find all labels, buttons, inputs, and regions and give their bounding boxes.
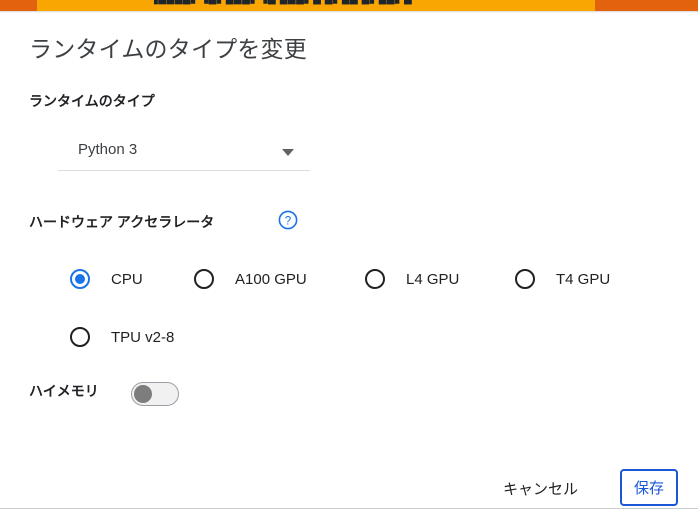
radio-label-t4-gpu: T4 GPU	[556, 270, 611, 288]
accelerator-radio-row-2: TPU v2-8	[70, 327, 174, 347]
radio-option-tpu-v2-8[interactable]: TPU v2-8	[70, 327, 174, 347]
accelerator-radio-row-1: CPU A100 GPU L4 GPU T4 GPU	[70, 269, 610, 289]
hardware-accelerator-label: ハードウェア アクセラレータ	[29, 214, 215, 230]
clipped-app-toolbar: ▐███▄▖▗▄▖▄█▄▖▗▄ ▄█▄▖▄ ▄▖▄▄ ▄▖▄▄▖▄	[0, 0, 698, 11]
radio-indicator-t4-gpu	[515, 269, 535, 289]
radio-indicator-cpu	[70, 269, 90, 289]
radio-label-tpu-v2-8: TPU v2-8	[111, 328, 175, 346]
runtime-type-select[interactable]: Python 3	[58, 133, 310, 171]
runtime-type-label: ランタイムのタイプ	[29, 93, 155, 109]
toolbar-clipped-text: ▐███▄▖▗▄▖▄█▄▖▗▄ ▄█▄▖▄ ▄▖▄▄ ▄▖▄▄▖▄	[150, 0, 412, 4]
change-runtime-type-dialog: ランタイムのタイプを変更 ランタイムのタイプ Python 3 ハードウェア ア…	[0, 13, 698, 509]
radio-indicator-a100-gpu	[194, 269, 214, 289]
high-memory-toggle[interactable]	[131, 382, 179, 406]
radio-option-t4-gpu[interactable]: T4 GPU	[515, 269, 610, 289]
radio-option-cpu[interactable]: CPU	[70, 269, 194, 289]
help-circle-icon[interactable]: ?	[278, 210, 298, 230]
radio-option-l4-gpu[interactable]: L4 GPU	[365, 269, 515, 289]
dialog-bottom-edge	[0, 508, 698, 509]
radio-label-a100-gpu: A100 GPU	[235, 270, 307, 288]
select-underline	[58, 170, 310, 171]
svg-text:?: ?	[285, 215, 291, 227]
cancel-button[interactable]: キャンセル	[491, 471, 590, 505]
radio-indicator-l4-gpu	[365, 269, 385, 289]
save-button[interactable]: 保存	[620, 469, 678, 506]
radio-indicator-tpu-v2-8	[70, 327, 90, 347]
dialog-title: ランタイムのタイプを変更	[29, 36, 307, 62]
high-memory-label: ハイメモリ	[29, 383, 99, 399]
radio-label-l4-gpu: L4 GPU	[406, 270, 460, 288]
chevron-down-icon	[282, 149, 294, 156]
toggle-knob	[134, 385, 152, 403]
runtime-type-selected-value: Python 3	[78, 141, 138, 158]
radio-label-cpu: CPU	[111, 270, 143, 288]
radio-option-a100-gpu[interactable]: A100 GPU	[194, 269, 365, 289]
